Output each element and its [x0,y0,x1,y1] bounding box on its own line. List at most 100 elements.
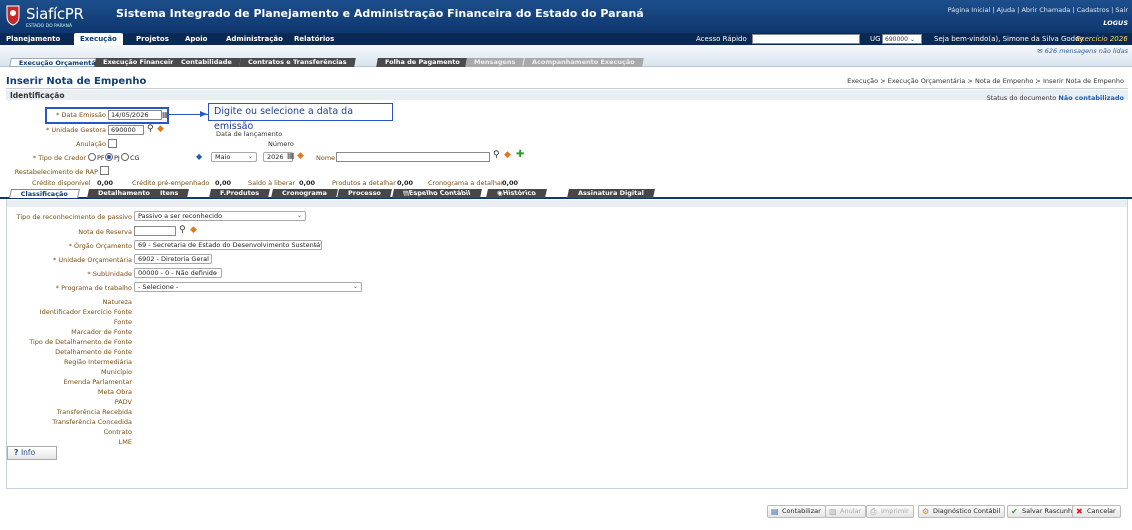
tab-espelho-contabil[interactable]: ▤ Espelho Contábil [392,189,482,198]
mes-select[interactable]: Maio ⌄ [211,152,257,162]
subtab-contratos[interactable]: Contratos e Transferências [239,58,356,67]
printer-icon: ⎙ [870,507,877,516]
exercicio-text: Exercício 2026 [1076,35,1128,43]
quick-access-input[interactable] [752,34,860,44]
data-lancamento-label: Data de lançamento [216,130,283,138]
field-contrato: Contrato [103,428,132,436]
eraser-icon[interactable]: ◆ [190,225,197,235]
page-title: Inserir Nota de Empenho [6,76,147,87]
search-icon[interactable]: ⚲ [179,225,186,235]
unidade-gestora-input[interactable]: 690000 [108,125,144,135]
field-lme: LME [118,438,132,446]
messages-text: 626 mensagens não lidas [1044,47,1128,55]
tab-cronograma[interactable]: Cronograma [271,189,338,198]
parana-coat-of-arms-icon [6,4,20,26]
callout-arrow-head [200,111,207,117]
field-fonte: Fonte [113,318,132,326]
eraser-icon[interactable]: ◆ [157,124,164,134]
chevron-down-icon: ⌄ [312,241,318,248]
breadcrumb[interactable]: Execução > Execução Orçamentária > Nota … [847,77,1124,85]
calendar-icon[interactable]: ▦ [287,151,295,161]
menu-projetos[interactable]: Projetos [130,33,175,45]
title-divider [6,88,1128,89]
radio-pf[interactable] [88,153,96,161]
add-icon[interactable]: ✚ [516,150,524,160]
field-meta-obra: Meta Obra [97,388,132,396]
subtab-folha[interactable]: Folha de Pagamento [376,58,469,67]
field-tipo-detalhamento-fonte: Tipo de Detalhamento de Fonte [29,338,132,346]
tab-processo[interactable]: Processo [337,189,392,198]
menu-administracao[interactable]: Administração [220,33,289,45]
nota-reserva-label: Nota de Reserva [78,228,132,236]
saldo-liberar-value: 0,00 [299,179,316,187]
search-icon[interactable]: ⚲ [147,124,154,134]
menu-planejamento[interactable]: Planejamento [0,33,66,45]
top-links[interactable]: Página Inicial | Ajuda | Abrir Chamada |… [948,6,1128,14]
field-marcador-fonte: Marcador de Fonte [71,328,132,336]
orgao-select[interactable]: 69 - Secretaria de Estado do Desenvolvim… [134,240,322,250]
close-icon: ✖ [1076,507,1083,516]
nome-input[interactable] [336,152,490,162]
app-window: SiafícPR ESTADO DO PARANÁ Sistema Integr… [0,0,1132,530]
programa-trabalho-select[interactable]: - Selecione - ⌄ [134,282,362,292]
radio-cg[interactable] [121,153,129,161]
programa-trabalho-label: * Programa de trabalho [55,284,132,292]
numero-label: Número [268,140,294,148]
eraser-icon[interactable]: ◆ [504,150,511,160]
anulacao-checkbox[interactable] [108,139,117,148]
subtab-acompanhamento[interactable]: Acompanhamento Execução [523,58,644,67]
field-regiao-intermediaria: Região Intermediária [63,358,132,366]
identification-bar [6,90,1128,100]
radio-pj[interactable] [105,153,113,161]
subtab-contabilidade[interactable]: Contabilidade [172,58,241,67]
anular-button[interactable]: ▧ Anular [825,505,867,518]
anulacao-label: Anulação [75,140,106,148]
salvar-rascunho-button[interactable]: ✔ Salvar Rascunho [1007,505,1082,518]
radio-cg-label: CG [130,154,140,162]
ug-select[interactable]: 690000 ⌄ [882,34,922,44]
credito-pre-label: Crédito pré-empenhado [132,179,210,187]
saldo-liberar-label: Saldo à liberar [248,179,296,187]
field-identificador-exercicio-fonte: Identificador Exercício Fonte [39,308,132,316]
system-title: Sistema Integrado de Planejamento e Admi… [116,7,644,20]
status-label: Status do documento [986,94,1057,102]
tab-historico[interactable]: ◉ Histórico [486,189,547,198]
field-transferencia-recebida: Transferência Recebida [56,408,132,416]
menu-execucao[interactable]: Execução [74,33,123,45]
tab-itens[interactable]: Itens [149,189,190,198]
callout-highlight [45,107,169,124]
help-icon: ? [14,448,21,457]
menu-apoio[interactable]: Apoio [179,33,213,45]
tab-fprodutos[interactable]: F.Produtos [209,189,271,198]
subtab-mensagens[interactable]: Mensagens [465,58,525,67]
unread-messages[interactable]: ✉ 626 mensagens não lidas [1037,47,1128,55]
field-municipio: Município [101,368,132,376]
subunidade-label: * SubUnidade [87,270,132,278]
eraser-icon[interactable]: ◆ [297,151,304,161]
contabilizar-button[interactable]: ▤ Contabilizar [767,505,826,518]
field-emenda-parlamentar: Emenda Parlamentar [63,378,132,386]
document-status: Status do documento Não contabilizado [987,94,1124,102]
info-button[interactable]: ? Info [7,446,57,460]
unidade-orcamentaria-select[interactable]: 6902 - Diretoria Geral ⌄ [134,254,212,264]
logo-subtitle: ESTADO DO PARANÁ [26,24,73,29]
cancelar-button[interactable]: ✖ Cancelar [1072,505,1121,518]
diagnostico-contabil-button[interactable]: ⚙ Diagnóstico Contábil [918,505,1006,518]
chevron-down-icon: ⌄ [352,283,358,290]
diamond-icon: ◆ [196,152,203,161]
nota-reserva-input[interactable] [134,226,176,236]
credito-pre-value: 0,00 [215,179,232,187]
cronograma-detalhar-label: Cronograma a detalhar [428,179,504,187]
logo-name: SiafícPR [26,5,84,23]
tab-assinatura-digital[interactable]: Assinatura Digital [567,189,655,198]
unidade-orcamentaria-label: * Unidade Orçamentária [53,256,132,264]
tipo-reconhecimento-select[interactable]: Passivo a ser reconhecido ⌄ [134,211,306,221]
brand-logo: LOGUS [1103,19,1128,27]
tab-classificacao[interactable]: Classificação [9,189,81,198]
field-detalhamento-fonte: Detalhamento de Fonte [55,348,132,356]
subunidade-select[interactable]: 00000 - 0 - Não definido ⌄ [134,268,222,278]
imprimir-button[interactable]: ⎙ Imprimir [866,505,914,518]
menu-relatorios[interactable]: Relatórios [288,33,340,45]
search-icon[interactable]: ⚲ [493,150,500,160]
rap-checkbox[interactable] [100,166,109,175]
